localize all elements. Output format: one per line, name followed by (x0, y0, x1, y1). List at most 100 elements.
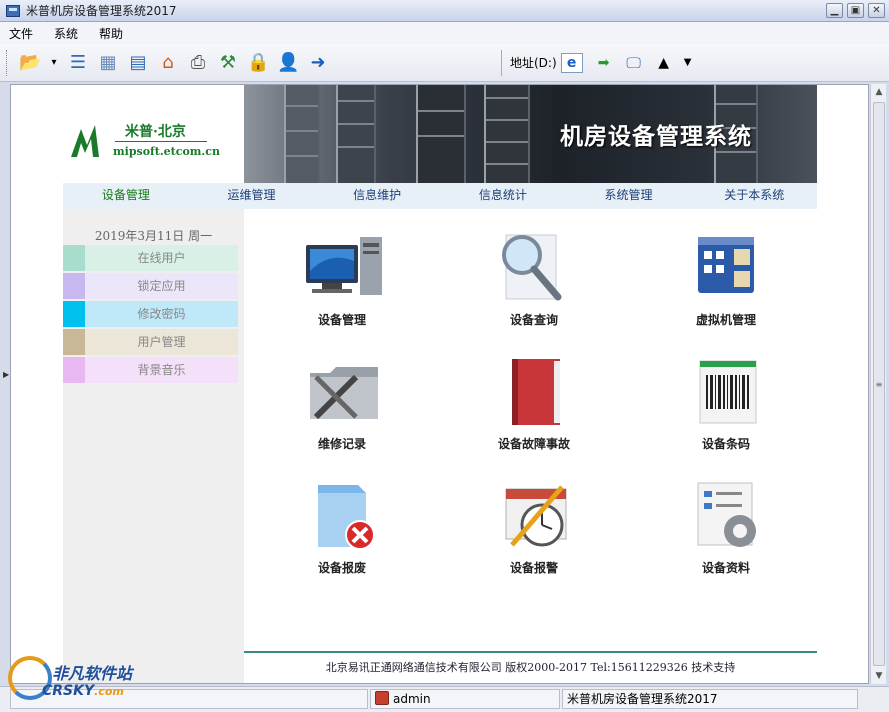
menu-system[interactable]: 系统 (45, 25, 90, 42)
app-icon (6, 4, 20, 17)
tile-label: 虚拟机管理 (695, 313, 756, 327)
tools-icon[interactable]: ⚒ (217, 52, 239, 74)
title-bar: 米普机房设备管理系统2017 ▁ ▣ ✕ (0, 0, 889, 22)
home-icon[interactable]: ⌂ (157, 52, 179, 74)
delete-folder-icon (318, 485, 375, 550)
watermark-suffix: .com (94, 685, 124, 698)
status-username: admin (393, 692, 431, 706)
server-rack (284, 85, 320, 183)
tile-virtual-machine[interactable]: 虚拟机管理 (656, 231, 776, 341)
menu-help[interactable]: 帮助 (90, 25, 135, 42)
scroll-up-arrow[interactable]: ▲ (871, 84, 887, 100)
dropdown-icon[interactable]: ▾ (49, 52, 59, 74)
tile-fault-incidents[interactable]: 设备故障事故 (464, 355, 584, 465)
server-rack (416, 85, 466, 183)
vertical-scrollbar[interactable]: ▲ ≡ ▼ (870, 84, 886, 684)
logo-url: mipsoft.etcom.cn (113, 145, 220, 158)
watermark-logo: 非凡软件站 CRSKY.com (4, 656, 164, 706)
tile-device-barcode[interactable]: 设备条码 (656, 355, 776, 465)
sidebar-item-online-users[interactable]: 在线用户 (63, 245, 238, 271)
menu-bar: 文件 系统 帮助 (0, 22, 889, 44)
wrench-folder-icon (310, 367, 378, 420)
red-notebook-icon (512, 359, 560, 425)
user-lock-icon[interactable]: 👤 (277, 52, 299, 74)
close-button[interactable]: ✕ (868, 3, 885, 18)
sidebar-item-lock-app[interactable]: 锁定应用 (63, 273, 238, 299)
sidebar-item-change-password[interactable]: 修改密码 (63, 301, 238, 327)
tile-label: 设备报警 (509, 561, 558, 575)
tile-label: 维修记录 (317, 437, 366, 451)
sidebar-item-label: 锁定应用 (85, 273, 238, 299)
sidebar-item-user-management[interactable]: 用户管理 (63, 329, 238, 355)
tile-device-documents[interactable]: 设备资料 (656, 479, 776, 589)
sidebar-swatch (63, 301, 85, 327)
server-rack (336, 85, 376, 183)
sidebar-item-label: 在线用户 (85, 245, 238, 271)
tile-label: 设备条码 (701, 437, 750, 451)
banner-title: 机房设备管理系统 (560, 124, 752, 150)
maximize-button[interactable]: ▣ (847, 3, 864, 18)
scroll-thumb[interactable]: ≡ (873, 102, 885, 666)
banner-image: 机房设备管理系统 (244, 85, 817, 183)
open-folder-icon[interactable]: 📂 (19, 52, 41, 74)
tile-label: 设备查询 (509, 313, 558, 327)
nav-bar: 设备管理 运维管理 信息维护 信息统计 系统管理 关于本系统 (63, 183, 817, 209)
virtual-machine-icon (698, 237, 754, 293)
logo: 米普·北京 mipsoft.etcom.cn (63, 85, 244, 183)
footer-divider (244, 651, 817, 653)
printer-dropdown-icon[interactable]: ▲ (653, 52, 675, 74)
status-app-name: 米普机房设备管理系统2017 (562, 689, 858, 709)
watermark-cn: 非凡软件站 (52, 664, 133, 683)
sidebar: 2019年3月11日 周一 在线用户 锁定应用 修改密码 用户管理 背景音乐 (63, 209, 244, 683)
tile-repair-records[interactable]: 维修记录 (272, 355, 392, 465)
scroll-down-arrow[interactable]: ▼ (871, 668, 887, 684)
minimize-button[interactable]: ▁ (826, 3, 843, 18)
tile-label: 设备资料 (701, 561, 750, 575)
monitor-icon[interactable]: 🖵 (623, 52, 645, 74)
tile-label: 设备报废 (317, 561, 366, 575)
toolbar-grip[interactable] (6, 49, 9, 76)
nav-info-maintenance[interactable]: 信息维护 (314, 183, 440, 209)
menu-file[interactable]: 文件 (0, 25, 45, 42)
list-icon[interactable]: ☰ (67, 52, 89, 74)
magnifier-icon (502, 234, 562, 301)
sidebar-item-background-music[interactable]: 背景音乐 (63, 357, 238, 383)
sidebar-swatch (63, 329, 85, 355)
nav-system-management[interactable]: 系统管理 (566, 183, 692, 209)
calendar-clock-icon (505, 485, 567, 547)
footer-text: 北京易讯正通网络通信技术有限公司 版权2000-2017 Tel:1561122… (325, 661, 736, 674)
dropdown-arrow-icon[interactable]: ▼ (683, 52, 693, 74)
nav-statistics[interactable]: 信息统计 (440, 183, 566, 209)
tile-grid: 设备管理 设备查询 虚拟机管理 维修记录 设备故障事故 设备条码 设备报废 设备… (244, 209, 817, 683)
window-title: 米普机房设备管理系统2017 (26, 4, 177, 18)
address-ie-icon[interactable]: e (560, 52, 583, 73)
sidebar-swatch (63, 357, 85, 383)
box-icon[interactable]: ▦ (97, 52, 119, 74)
logo-divider (115, 141, 207, 142)
status-user: admin (370, 689, 560, 709)
tile-device-scrap[interactable]: 设备报废 (272, 479, 392, 589)
tile-device-management[interactable]: 设备管理 (272, 231, 392, 341)
web-content: 米普·北京 mipsoft.etcom.cn 机房设备管理系统 设备管理 运维管… (10, 84, 869, 684)
computer-icon (306, 237, 382, 295)
tile-device-query[interactable]: 设备查询 (464, 231, 584, 341)
nav-operations[interactable]: 运维管理 (189, 183, 315, 209)
tile-label: 设备故障事故 (497, 437, 570, 451)
exit-icon[interactable]: ➜ (307, 52, 329, 74)
watermark-en-name: CRSKY (42, 683, 95, 699)
go-icon[interactable]: ➡ (593, 52, 615, 74)
sidebar-swatch (63, 273, 85, 299)
lock-icon[interactable]: 🔒 (247, 52, 269, 74)
print-icon[interactable]: ⎙ (187, 52, 209, 74)
window-controls: ▁ ▣ ✕ (826, 3, 885, 18)
logo-icon (71, 125, 99, 157)
grid-icon[interactable]: ▤ (127, 52, 149, 74)
server-rack (484, 85, 530, 183)
splitter-arrow-icon[interactable]: ▶ (3, 370, 9, 390)
logo-name: 米普·北京 (125, 124, 186, 140)
toolbar-separator (501, 49, 502, 76)
tile-device-alarm[interactable]: 设备报警 (464, 479, 584, 589)
nav-device-management[interactable]: 设备管理 (63, 183, 189, 209)
sidebar-item-label: 修改密码 (85, 301, 238, 327)
nav-about[interactable]: 关于本系统 (691, 183, 817, 209)
